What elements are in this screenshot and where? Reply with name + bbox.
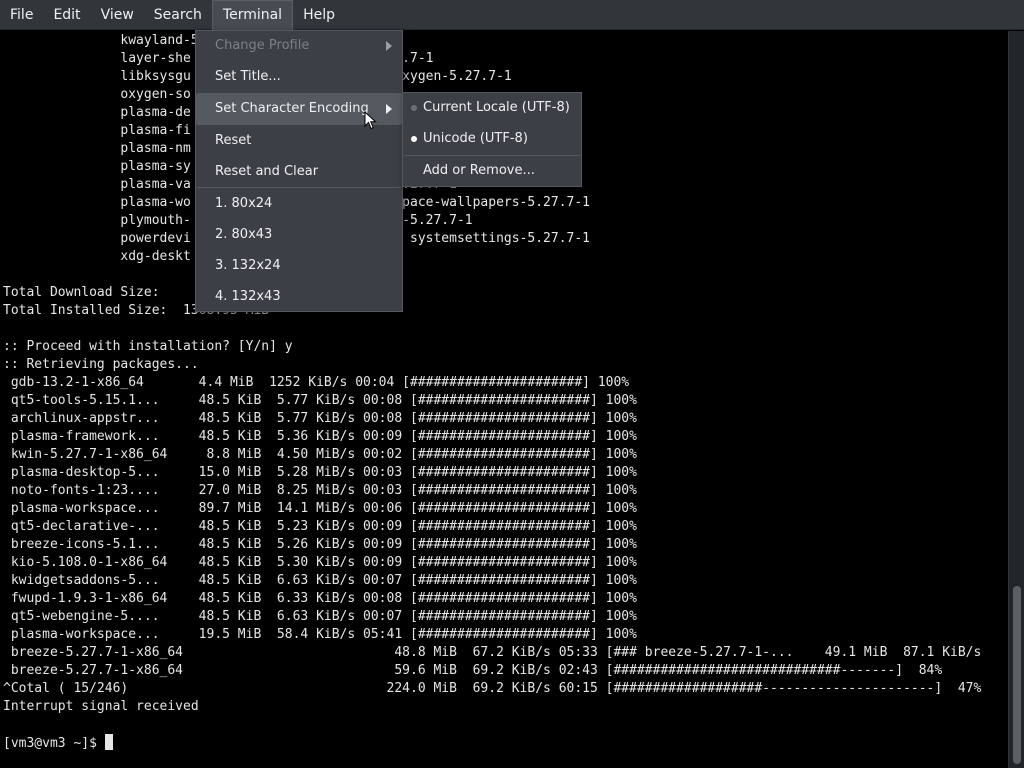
- menu-item-label: Unicode (UTF-8): [423, 131, 528, 146]
- terminal-line: ^Cotal ( 15/246) 224.0 MiB 69.2 KiB/s 60…: [3, 681, 982, 696]
- terminal-line: kwidgetsaddons-5... 48.5 KiB 6.63 KiB/s …: [3, 573, 637, 588]
- menu-terminal[interactable]: Terminal: [211, 0, 294, 30]
- radio-selected-icon: [411, 136, 417, 142]
- terminal-line: breeze-icons-5.1... 48.5 KiB 5.26 KiB/s …: [3, 537, 637, 552]
- radio-unselected-icon: [411, 105, 417, 111]
- menu-item-label: Set Title...: [215, 69, 281, 84]
- menu-item-add-or-remove[interactable]: Add or Remove...: [403, 156, 581, 186]
- terminal-line: plasma-fi: [3, 123, 191, 138]
- mouse-pointer-icon: [364, 111, 377, 130]
- menu-item-reset-and-clear[interactable]: Reset and Clear: [196, 157, 402, 187]
- menu-item-label: 1. 80x24: [215, 196, 273, 211]
- submenu-arrow-icon: [386, 41, 392, 51]
- terminal-line: plasma-desktop-5... 15.0 MiB 5.28 MiB/s …: [3, 465, 637, 480]
- menu-item-label: 3. 132x24: [215, 258, 281, 273]
- terminal-line: fwupd-1.9.3-1-x86_64 48.5 KiB 6.33 KiB/s…: [3, 591, 637, 606]
- menu-item-change-profile: Change Profile: [196, 31, 402, 61]
- menu-item-label: Reset: [215, 133, 252, 148]
- menu-item-label: Reset and Clear: [215, 164, 319, 179]
- text-cursor: [104, 734, 113, 750]
- terminal-menu: Change Profile Set Title... Set Characte…: [195, 30, 403, 312]
- terminal-line: breeze-5.27.7-1-x86_64 59.6 MiB 69.2 KiB…: [3, 663, 943, 678]
- menu-item-current-locale[interactable]: Current Locale (UTF-8): [403, 93, 581, 123]
- terminal-line: gdb-13.2-1-x86_64 4.4 MiB 1252 KiB/s 00:…: [3, 375, 630, 390]
- menu-item-label: Change Profile: [215, 38, 310, 53]
- encoding-submenu: Current Locale (UTF-8) Unicode (UTF-8) A…: [402, 92, 582, 187]
- menu-edit[interactable]: Edit: [43, 0, 90, 30]
- terminal-line: qt5-webengine-5.... 48.5 KiB 6.63 KiB/s …: [3, 609, 637, 624]
- menu-item-set-title[interactable]: Set Title...: [196, 62, 402, 92]
- menu-item-size-132x24[interactable]: 3. 132x24: [196, 251, 402, 281]
- terminal-line: plasma-framework... 48.5 KiB 5.36 KiB/s …: [3, 429, 637, 444]
- terminal-line: archlinux-appstr... 48.5 KiB 5.77 KiB/s …: [3, 411, 637, 426]
- terminal-line: xdg-deskt: [3, 249, 191, 264]
- menu-separator: [197, 187, 401, 188]
- terminal-line: kio-5.108.0-1-x86_64 48.5 KiB 5.30 KiB/s…: [3, 555, 637, 570]
- menu-item-label: Current Locale (UTF-8): [423, 100, 570, 115]
- terminal-line: plasma-de: [3, 105, 191, 120]
- terminal-line: breeze-5.27.7-1-x86_64 48.8 MiB 67.2 KiB…: [3, 645, 982, 660]
- menu-help[interactable]: Help: [293, 0, 345, 30]
- terminal-scrollbar[interactable]: [1008, 31, 1024, 768]
- menu-file[interactable]: File: [0, 0, 43, 30]
- menu-item-size-80x43[interactable]: 2. 80x43: [196, 220, 402, 250]
- terminal-line: oxygen-so: [3, 87, 191, 102]
- terminal-line: noto-fonts-1:23.... 27.0 MiB 8.25 MiB/s …: [3, 483, 637, 498]
- menubar: File Edit View Search Terminal Help: [0, 0, 1024, 30]
- menu-view[interactable]: View: [91, 0, 144, 30]
- menu-item-label: Set Character Encoding: [215, 101, 369, 116]
- terminal-line: qt5-declarative-... 48.5 KiB 5.23 KiB/s …: [3, 519, 637, 534]
- menu-item-unicode[interactable]: Unicode (UTF-8): [403, 124, 581, 154]
- menu-item-label: 4. 132x43: [215, 289, 281, 304]
- menu-item-size-132x43[interactable]: 4. 132x43: [196, 282, 402, 312]
- terminal-line: Interrupt signal received: [3, 699, 199, 714]
- menu-item-label: Add or Remove...: [423, 163, 535, 178]
- submenu-arrow-icon: [386, 104, 392, 114]
- terminal-line: qt5-tools-5.15.1... 48.5 KiB 5.77 KiB/s …: [3, 393, 637, 408]
- menu-search[interactable]: Search: [144, 0, 212, 30]
- terminal-line: plasma-workspace... 89.7 MiB 14.1 MiB/s …: [3, 501, 637, 516]
- terminal-line: Total Download Size:: [3, 285, 160, 300]
- terminal-line: :: Retrieving packages...: [3, 357, 199, 372]
- menu-item-label: 2. 80x43: [215, 227, 273, 242]
- terminal-line: kwin-5.27.7-1-x86_64 8.8 MiB 4.50 MiB/s …: [3, 447, 637, 462]
- terminal-line: [vm3@vm3 ~]$: [3, 736, 105, 751]
- terminal-line: plasma-workspace... 19.5 MiB 58.4 KiB/s …: [3, 627, 637, 642]
- terminal-line: :: Proceed with installation? [Y/n] y: [3, 339, 293, 354]
- menu-item-size-80x24[interactable]: 1. 80x24: [196, 189, 402, 219]
- scrollbar-thumb[interactable]: [1013, 586, 1021, 764]
